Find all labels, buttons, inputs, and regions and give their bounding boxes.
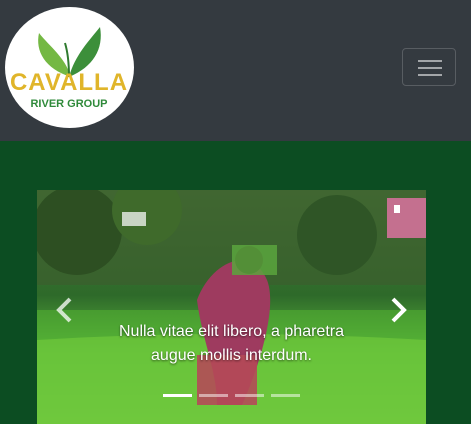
carousel-indicator-2[interactable] [199,394,228,397]
navbar-toggler-button[interactable] [402,48,456,86]
image-carousel [37,190,426,424]
chevron-left-icon [56,297,72,323]
carousel-next-button[interactable] [377,290,417,330]
hamburger-icon-line [418,74,442,76]
brand-logo[interactable]: CAVALLA RIVER GROUP [5,7,134,128]
chevron-right-icon [391,297,407,323]
carousel-prev-button[interactable] [46,290,86,330]
seedlings-bundle [232,245,277,275]
logo-graphic: CAVALLA RIVER GROUP [10,27,128,110]
carousel-indicator-3[interactable] [235,394,264,397]
hamburger-icon-line [418,67,442,69]
navbar: CAVALLA RIVER GROUP [0,0,471,141]
carousel-indicator-1[interactable] [163,394,192,397]
carousel-caption: Nulla vitae elit libero, a pharetra augu… [118,323,344,364]
carousel-indicator-4[interactable] [271,394,300,397]
logo-text-main: CAVALLA [10,69,128,96]
carousel-slide-image [37,190,426,424]
hamburger-icon-line [418,60,442,62]
logo-text-sub: RIVER GROUP [30,98,107,110]
